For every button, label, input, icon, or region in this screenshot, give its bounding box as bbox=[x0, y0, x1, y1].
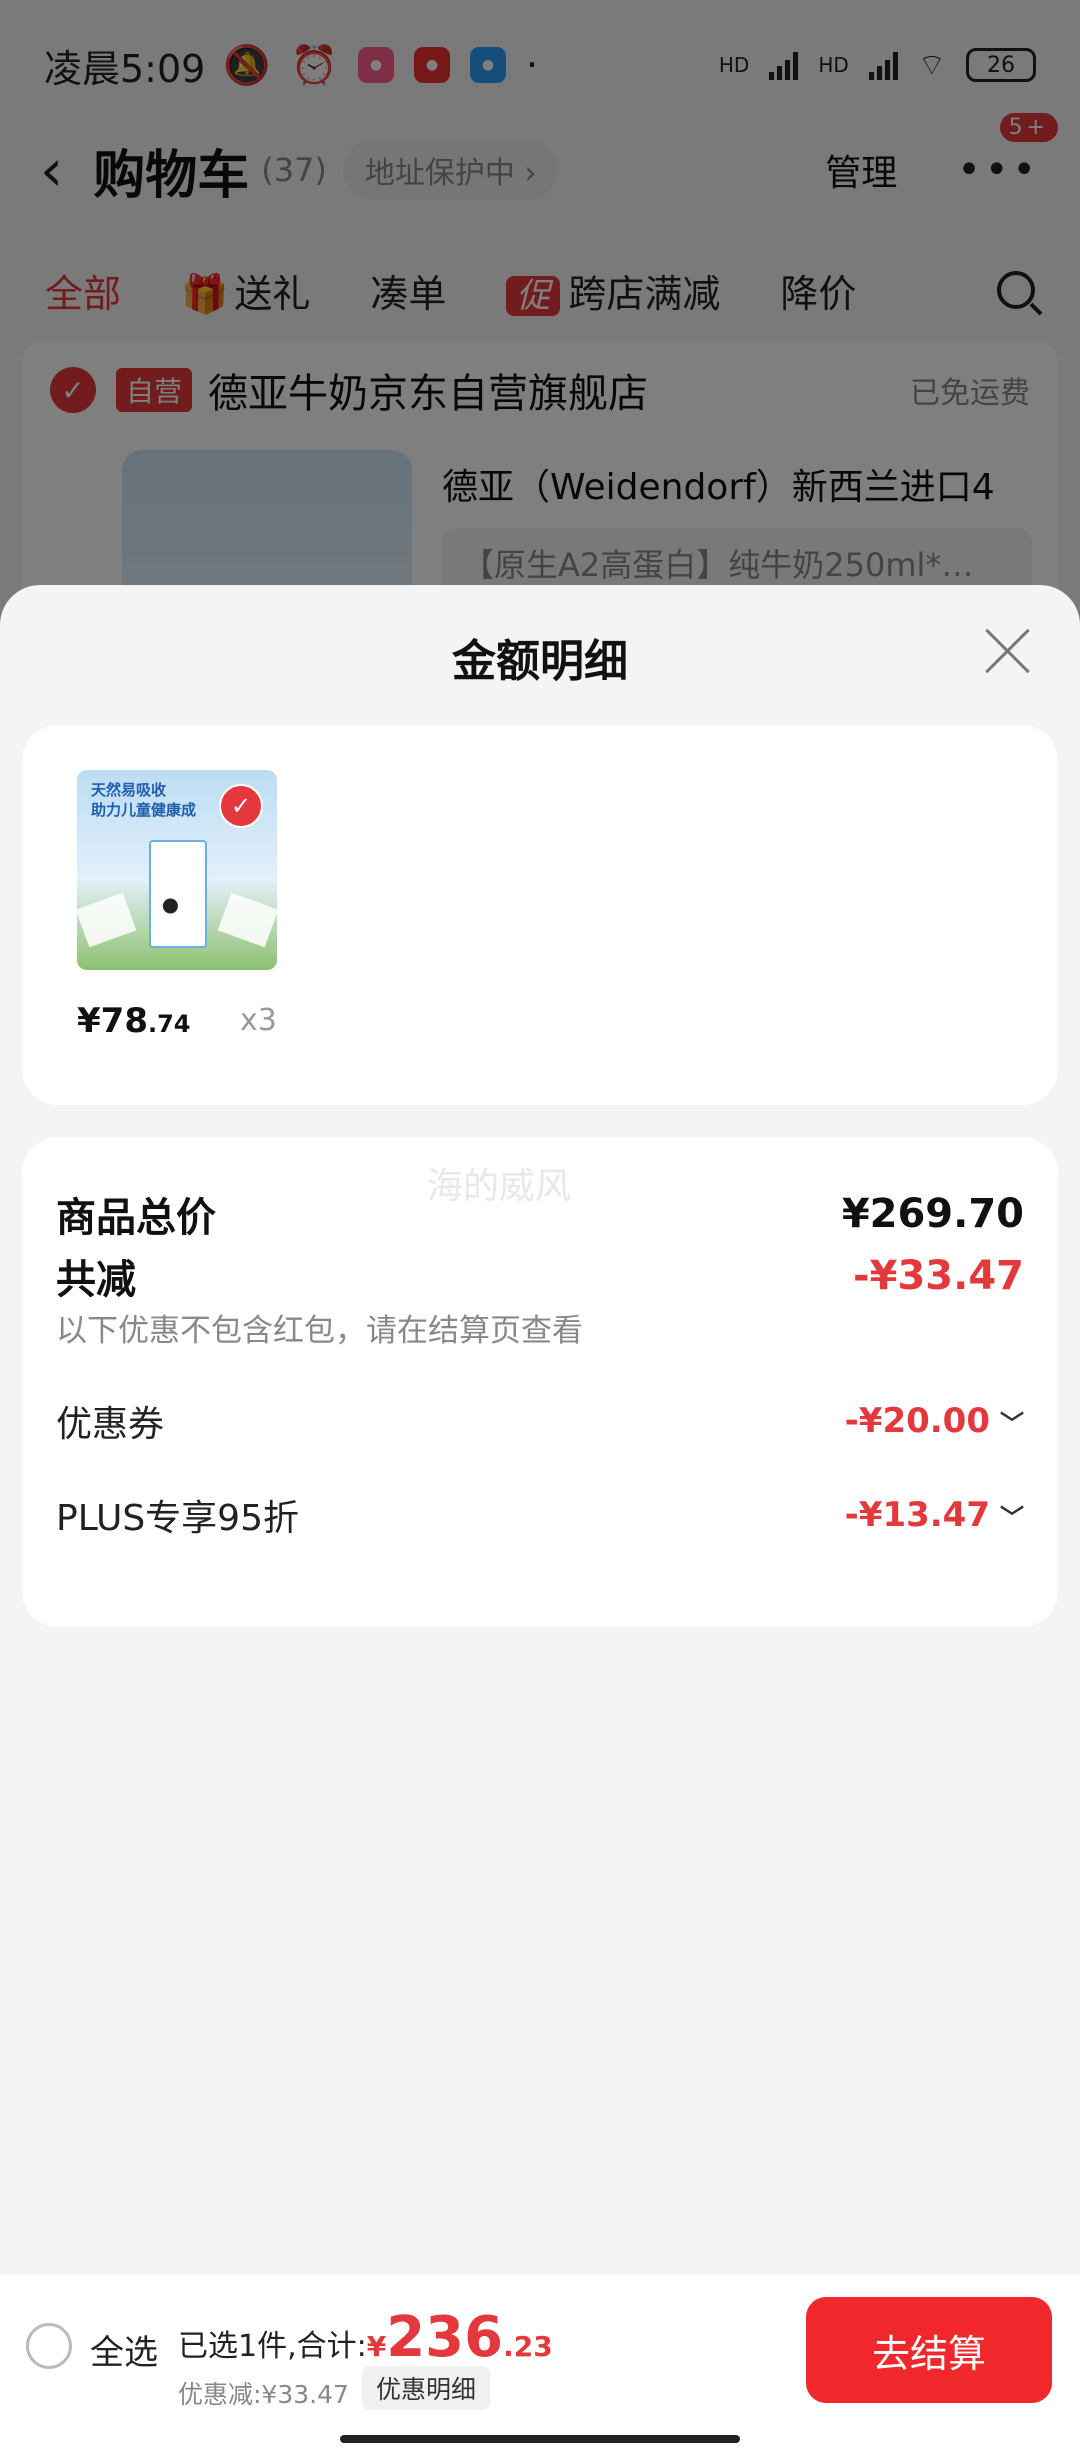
thumbnail-line: 天然易吸收 bbox=[91, 781, 167, 799]
milk-carton-image bbox=[149, 840, 207, 948]
checkout-bar: 全选 已选1件,合计: ¥ 236 .23 优惠减:¥33.47 优惠明细 去结… bbox=[0, 2275, 1080, 2415]
total-price-row: 商品总价 ¥269.70 bbox=[56, 1185, 1024, 1243]
coupon-value-group: -¥20.00 ﹀ bbox=[845, 1401, 1024, 1441]
coupon-label: 优惠券 bbox=[56, 1404, 165, 1445]
coupon-row[interactable]: 优惠券 -¥20.00 ﹀ bbox=[56, 1395, 1024, 1447]
total-price-value: ¥269.70 bbox=[841, 1191, 1024, 1237]
plus-discount-value-group: -¥13.47 ﹀ bbox=[845, 1495, 1024, 1535]
price-integer: ¥78 bbox=[77, 1001, 148, 1041]
select-all-label[interactable]: 全选 bbox=[90, 2325, 158, 2374]
close-icon[interactable] bbox=[982, 625, 1034, 677]
reduction-note: 以下优惠不包含红包，请在结算页查看 bbox=[56, 1313, 583, 1349]
checkout-button[interactable]: 去结算 bbox=[806, 2297, 1052, 2403]
selected-total: 已选1件,合计: ¥ 236 .23 bbox=[178, 2305, 553, 2370]
home-bar-area bbox=[0, 2415, 1080, 2460]
decoration bbox=[217, 892, 277, 948]
price-decimal: .74 bbox=[147, 1010, 191, 1038]
item-price: ¥78.74 bbox=[77, 1001, 191, 1041]
chevron-down-icon[interactable]: ﹀ bbox=[1000, 1498, 1024, 1533]
selected-items-card: 天然易吸收助力儿童健康成 ✓ ¥78.74 x3 bbox=[22, 725, 1058, 1105]
plus-discount-label: PLUS专享95折 bbox=[56, 1498, 299, 1539]
item-quantity: x3 bbox=[240, 1003, 277, 1038]
discount-amount: 优惠减:¥33.47 bbox=[178, 2380, 349, 2409]
decoration bbox=[77, 892, 137, 948]
amount-detail-sheet: 金额明细 天然易吸收助力儿童健康成 ✓ ¥78.74 x3 海的威风 商品总价 … bbox=[0, 585, 1080, 2275]
home-indicator[interactable] bbox=[340, 2435, 740, 2443]
total-currency: ¥ bbox=[366, 2330, 387, 2363]
product-thumbnail[interactable]: 天然易吸收助力儿童健康成 ✓ bbox=[77, 770, 277, 970]
check-icon: ✓ bbox=[219, 784, 263, 828]
reduction-value: -¥33.47 bbox=[853, 1253, 1024, 1299]
plus-discount-row[interactable]: PLUS专享95折 -¥13.47 ﹀ bbox=[56, 1489, 1024, 1541]
discount-detail-button[interactable]: 优惠明细 bbox=[362, 2366, 491, 2410]
select-all-checkbox[interactable] bbox=[26, 2323, 72, 2369]
total-decimal: .23 bbox=[503, 2330, 553, 2363]
total-price-label: 商品总价 bbox=[56, 1195, 216, 1241]
plus-discount-value: -¥13.47 bbox=[844, 1495, 990, 1535]
coupon-value: -¥20.00 bbox=[844, 1401, 990, 1441]
thumbnail-line: 助力儿童健康成 bbox=[91, 801, 197, 819]
selected-count-text: 已选1件,合计: bbox=[178, 2329, 367, 2364]
reduction-row: 共减 -¥33.47 bbox=[56, 1253, 1024, 1305]
price-summary-card: 海的威风 商品总价 ¥269.70 共减 -¥33.47 以下优惠不包含红包，请… bbox=[22, 1137, 1058, 1627]
reduction-label: 共减 bbox=[56, 1257, 136, 1303]
sheet-title: 金额明细 bbox=[452, 636, 628, 687]
total-integer: 236 bbox=[386, 2305, 504, 2370]
thumbnail-text: 天然易吸收助力儿童健康成 bbox=[91, 780, 196, 820]
chevron-down-icon[interactable]: ﹀ bbox=[1000, 1404, 1024, 1439]
modal-overlay[interactable] bbox=[0, 0, 1080, 620]
